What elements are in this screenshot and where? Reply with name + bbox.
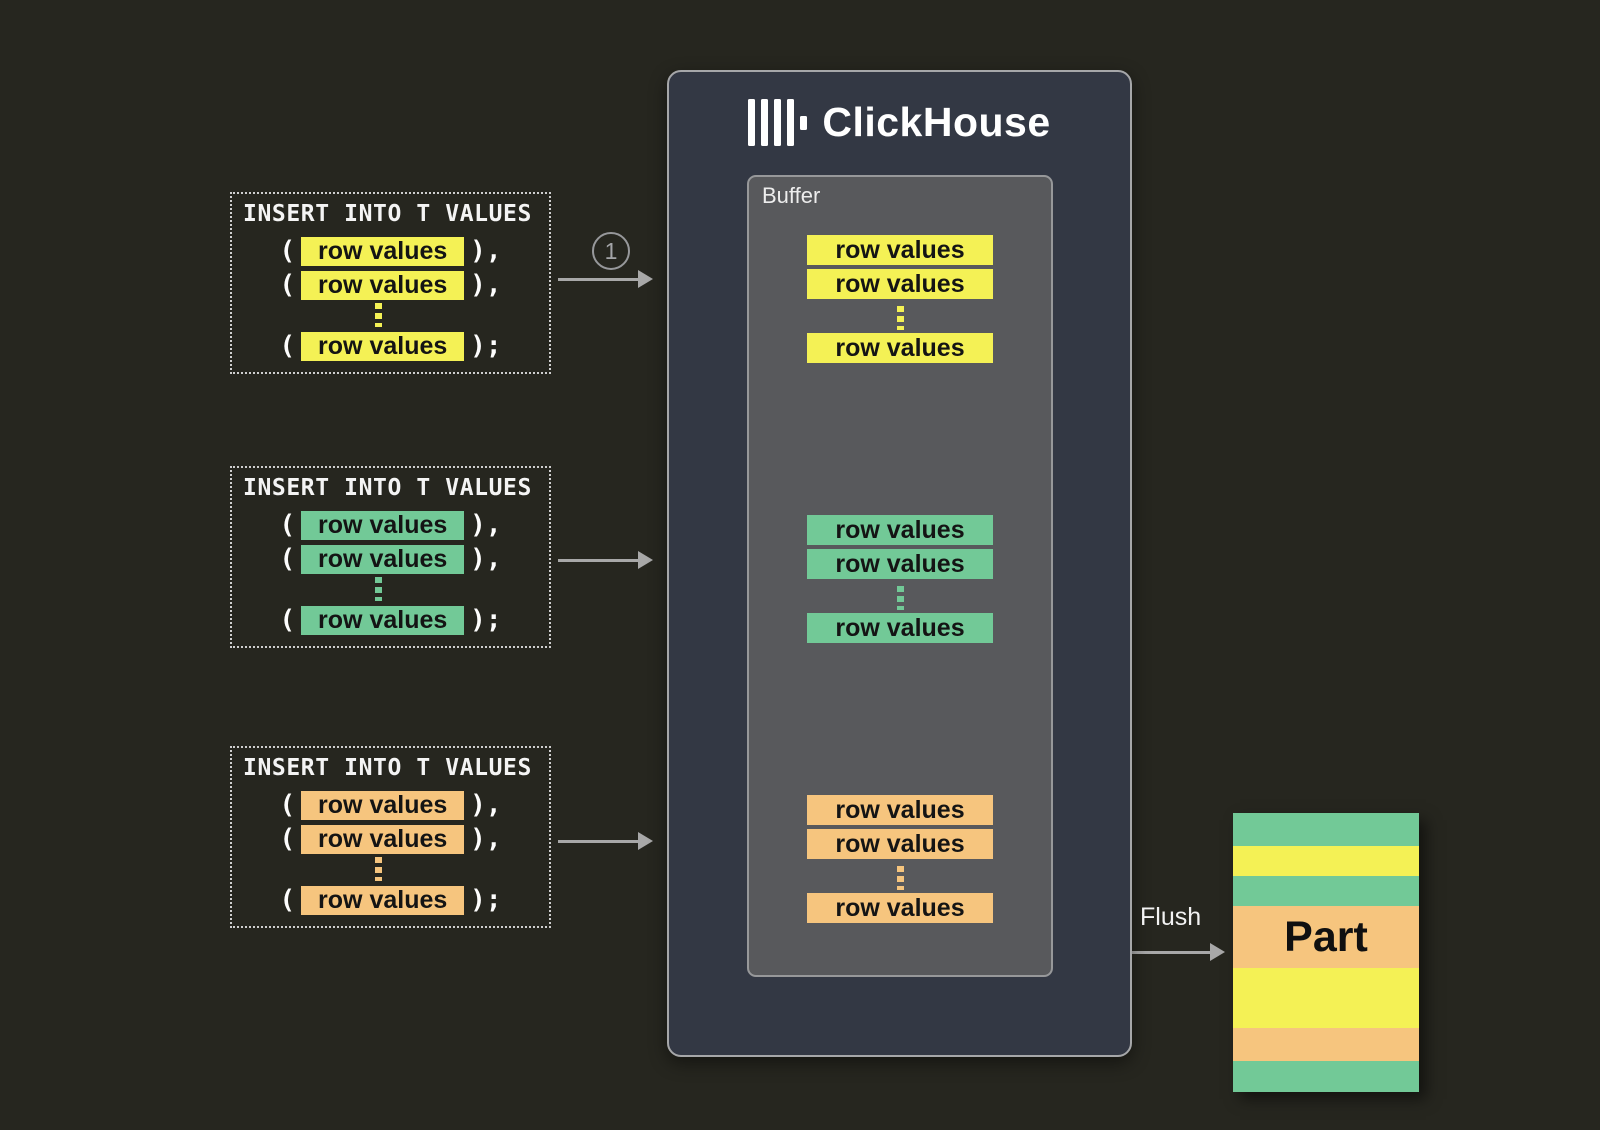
open-paren: ( [280,544,296,574]
part-stripe [1233,1061,1419,1092]
open-paren: ( [280,885,296,915]
clickhouse-title: ClickHouse [822,99,1050,146]
code-line: ( row values ), [280,236,502,266]
vertical-ellipsis [897,586,904,610]
buffer-row: row values [807,269,993,299]
part-stripe [1233,1028,1419,1061]
open-paren: ( [280,331,296,361]
insert-title: INSERT INTO T VALUES [243,201,549,227]
part-box: Part [1233,813,1419,1092]
close-paren: ), [470,790,501,820]
buffer-group-orange: row values row values row values [807,795,993,927]
part-stripe: Part [1233,906,1419,968]
close-paren: ), [470,270,501,300]
row-values-chip: row values [301,332,464,361]
buffer-row: row values [807,333,993,363]
open-paren: ( [280,510,296,540]
buffer-group-green: row values row values row values [807,515,993,647]
vertical-ellipsis [375,303,382,327]
part-stripe [1233,846,1419,876]
code-line: ( row values ), [280,824,502,854]
vertical-ellipsis [375,857,382,881]
vertical-ellipsis [897,866,904,890]
row-values-chip: row values [301,237,464,266]
step-1-badge: 1 [592,232,630,270]
part-stripe [1233,813,1419,846]
part-label: Part [1284,913,1368,962]
part-stripe [1233,876,1419,906]
insert-block-yellow: INSERT INTO T VALUES ( row values ), ( r… [230,192,551,374]
buffer-row: row values [807,829,993,859]
open-paren: ( [280,824,296,854]
code-line: ( row values ); [280,331,502,361]
clickhouse-header: ClickHouse [669,99,1130,146]
close-paren: ), [470,510,501,540]
buffer-row: row values [807,235,993,265]
insert-lines: ( row values ), ( row values ), ( row va… [232,506,549,635]
insert-lines: ( row values ), ( row values ), ( row va… [232,232,549,361]
buffer-row: row values [807,795,993,825]
step-number: 1 [605,238,618,265]
code-line: ( row values ); [280,885,502,915]
close-paren: ), [470,824,501,854]
close-paren: ), [470,236,501,266]
open-paren: ( [280,270,296,300]
buffer-group-yellow: row values row values row values [807,235,993,367]
insert-arrow-2 [558,559,638,562]
code-line: ( row values ), [280,510,502,540]
close-paren: ); [470,331,501,361]
vertical-ellipsis [375,577,382,601]
code-line: ( row values ), [280,270,502,300]
close-paren: ), [470,544,501,574]
insert-lines: ( row values ), ( row values ), ( row va… [232,786,549,915]
vertical-ellipsis [897,306,904,330]
diagram-canvas: INSERT INTO T VALUES ( row values ), ( r… [0,0,1600,1130]
row-values-chip: row values [301,886,464,915]
row-values-chip: row values [301,511,464,540]
buffer-row: row values [807,515,993,545]
row-values-chip: row values [301,271,464,300]
row-values-chip: row values [301,791,464,820]
close-paren: ); [470,605,501,635]
insert-block-green: INSERT INTO T VALUES ( row values ), ( r… [230,466,551,648]
part-stripe [1233,968,1419,1028]
code-line: ( row values ), [280,544,502,574]
clickhouse-logo-icon [748,99,807,146]
buffer-label: Buffer [762,183,820,209]
insert-title: INSERT INTO T VALUES [243,475,549,501]
close-paren: ); [470,885,501,915]
buffer-row: row values [807,549,993,579]
row-values-chip: row values [301,825,464,854]
flush-label: Flush [1140,903,1201,932]
buffer-row: row values [807,613,993,643]
insert-arrow-1 [558,278,638,281]
code-line: ( row values ); [280,605,502,635]
open-paren: ( [280,236,296,266]
open-paren: ( [280,790,296,820]
code-line: ( row values ), [280,790,502,820]
insert-arrow-3 [558,840,638,843]
insert-title: INSERT INTO T VALUES [243,755,549,781]
row-values-chip: row values [301,606,464,635]
insert-block-orange: INSERT INTO T VALUES ( row values ), ( r… [230,746,551,928]
open-paren: ( [280,605,296,635]
row-values-chip: row values [301,545,464,574]
buffer-row: row values [807,893,993,923]
